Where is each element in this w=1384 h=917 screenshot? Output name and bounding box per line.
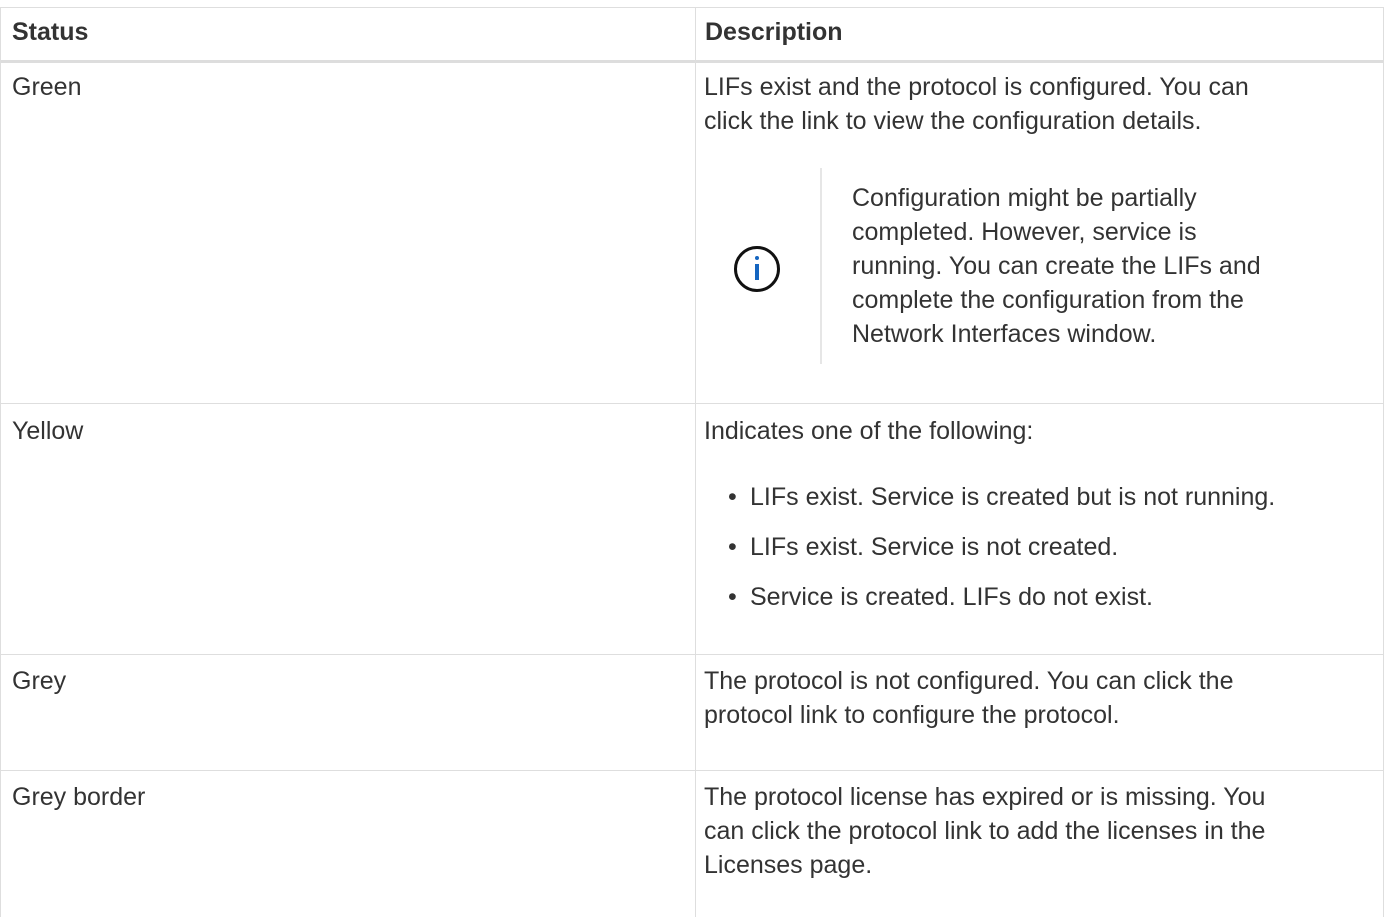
bullet-icon: • bbox=[728, 533, 737, 561]
bullet-icon: • bbox=[728, 483, 737, 511]
bullet-list: • LIFs exist. Service is created but is n… bbox=[704, 480, 1275, 630]
info-note: Configuration might be partially complet… bbox=[704, 168, 1384, 364]
description-line: protocol link to configure the protocol. bbox=[704, 701, 1120, 729]
header-divider bbox=[0, 60, 1384, 63]
note-divider bbox=[820, 168, 822, 364]
description-line: click the link to view the configuration… bbox=[704, 107, 1202, 135]
description-line: Licenses page. bbox=[704, 851, 873, 879]
description-cell-yellow: Indicates one of the following: bbox=[704, 414, 1364, 448]
row-divider bbox=[0, 403, 1384, 404]
note-line: Network Interfaces window. bbox=[852, 320, 1157, 348]
info-icon-stem bbox=[755, 264, 759, 280]
description-line: can click the protocol link to add the l… bbox=[704, 817, 1266, 845]
status-cell-grey-border: Grey border bbox=[12, 783, 146, 811]
note-line: completed. However, service is bbox=[852, 218, 1197, 246]
description-cell-green: LIFs exist and the protocol is configure… bbox=[704, 70, 1364, 138]
column-divider bbox=[695, 7, 696, 917]
note-line: running. You can create the LIFs and bbox=[852, 252, 1261, 280]
row-divider bbox=[0, 654, 1384, 655]
status-cell-yellow: Yellow bbox=[12, 417, 84, 445]
status-description-table: Status Description Green LIFs exist and … bbox=[0, 0, 1384, 917]
description-cell-grey: The protocol is not configured. You can … bbox=[704, 664, 1364, 732]
table-top-border bbox=[0, 7, 1384, 8]
note-line: complete the configuration from the bbox=[852, 286, 1244, 314]
info-icon-dot bbox=[755, 256, 759, 260]
list-item-text: LIFs exist. Service is not created. bbox=[750, 533, 1119, 561]
column-header-description: Description bbox=[705, 18, 843, 46]
description-line: LIFs exist and the protocol is configure… bbox=[704, 73, 1249, 101]
note-line: Configuration might be partially bbox=[852, 184, 1197, 212]
list-item: • Service is created. LIFs do not exist. bbox=[704, 580, 1275, 630]
list-item-text: Service is created. LIFs do not exist. bbox=[750, 583, 1153, 611]
description-line: Indicates one of the following: bbox=[704, 417, 1034, 445]
row-divider bbox=[0, 770, 1384, 771]
info-icon bbox=[734, 246, 780, 292]
note-text: Configuration might be partially complet… bbox=[852, 181, 1352, 351]
description-line: The protocol is not configured. You can … bbox=[704, 667, 1234, 695]
column-header-status: Status bbox=[12, 18, 89, 46]
table-left-border bbox=[0, 7, 1, 917]
description-cell-grey-border: The protocol license has expired or is m… bbox=[704, 780, 1364, 882]
description-line: The protocol license has expired or is m… bbox=[704, 783, 1266, 811]
list-item: • LIFs exist. Service is not created. bbox=[704, 530, 1275, 580]
status-cell-green: Green bbox=[12, 73, 82, 101]
list-item-text: LIFs exist. Service is created but is no… bbox=[750, 483, 1276, 511]
list-item: • LIFs exist. Service is created but is n… bbox=[704, 480, 1275, 530]
bullet-icon: • bbox=[728, 583, 737, 611]
status-cell-grey: Grey bbox=[12, 667, 67, 695]
